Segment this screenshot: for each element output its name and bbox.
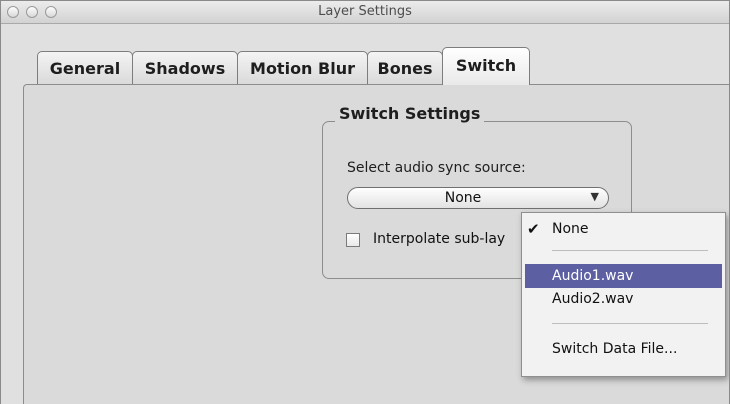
audio-source-menu: ✔ None Audio1.wav Audio2.wav Switch Data…	[521, 212, 726, 377]
menu-item-label: Audio1.wav	[552, 268, 634, 284]
menu-separator	[552, 250, 708, 251]
audio-sync-source-value: None	[444, 190, 482, 206]
tab-shadows[interactable]: Shadows	[132, 51, 238, 85]
audio-sync-source-label: Select audio sync source:	[347, 160, 526, 176]
interpolate-sub-layers-checkbox[interactable]	[346, 233, 360, 247]
menu-item-label: Switch Data File...	[552, 341, 678, 357]
menu-separator	[552, 323, 708, 324]
menu-item-switch-data-file[interactable]: Switch Data File...	[525, 337, 722, 361]
audio-sync-source-popup[interactable]: None ▼	[347, 187, 609, 209]
menu-item-audio2[interactable]: Audio2.wav	[525, 287, 722, 311]
chevron-down-icon: ▼	[590, 190, 599, 203]
tab-switch[interactable]: Switch	[442, 47, 530, 85]
switch-settings-title: Switch Settings	[335, 104, 485, 123]
menu-item-label: Audio2.wav	[552, 291, 634, 307]
menu-item-none[interactable]: ✔ None	[525, 217, 722, 241]
title-bar: Layer Settings	[1, 1, 729, 24]
layer-settings-window: Layer Settings General Shadows Motion Bl…	[0, 0, 730, 404]
menu-item-audio1[interactable]: Audio1.wav	[525, 264, 722, 288]
checkmark-icon: ✔	[527, 220, 540, 238]
tab-general[interactable]: General	[37, 51, 133, 85]
interpolate-sub-layers-label: Interpolate sub-lay	[373, 231, 506, 247]
window-title: Layer Settings	[318, 4, 412, 19]
tab-motion-blur[interactable]: Motion Blur	[237, 51, 368, 85]
menu-item-label: None	[552, 221, 589, 237]
tab-bones[interactable]: Bones	[367, 51, 443, 85]
